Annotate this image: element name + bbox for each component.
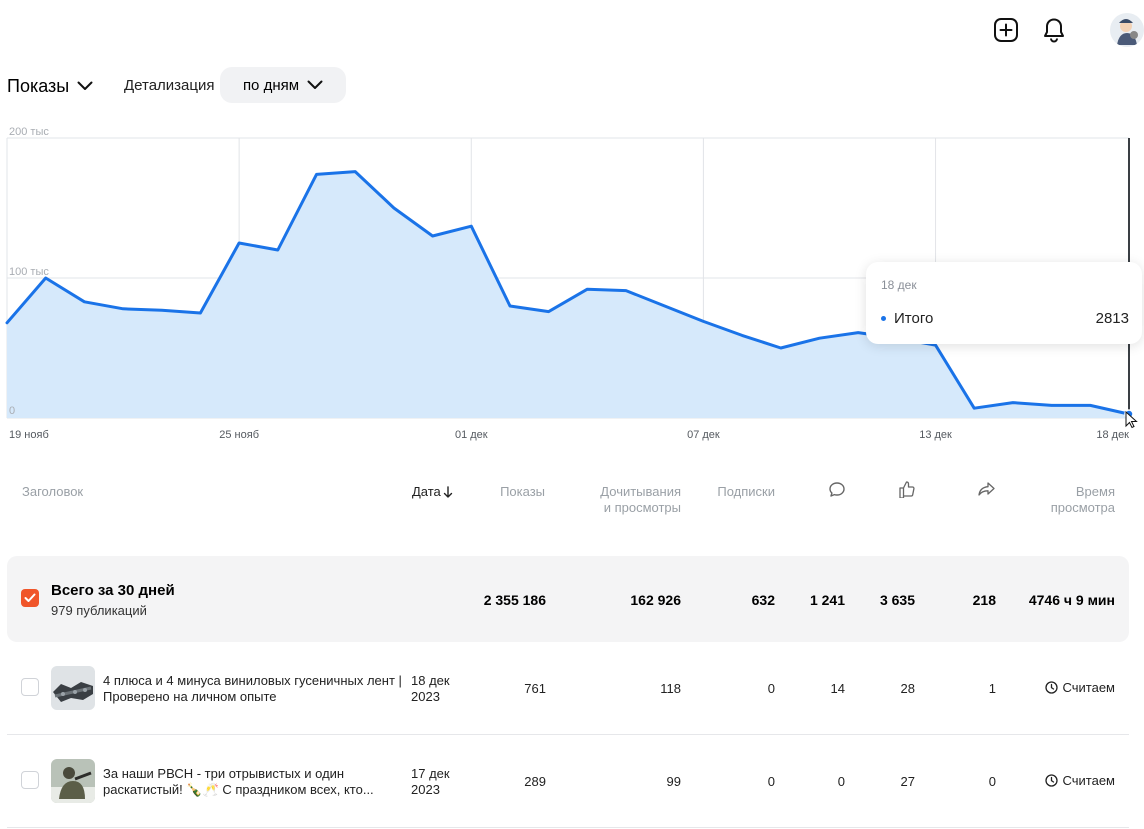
col-reads-label-1: Дочитывания bbox=[600, 484, 681, 499]
tooltip-value: 2813 bbox=[1095, 310, 1129, 327]
row-comments: 0 bbox=[837, 774, 845, 789]
check-icon bbox=[24, 593, 36, 602]
row-likes: 28 bbox=[900, 681, 915, 696]
post-date-day: 17 дек bbox=[411, 766, 450, 781]
clock-icon bbox=[1044, 681, 1058, 694]
summary-checkbox[interactable] bbox=[21, 589, 39, 607]
clock-icon bbox=[1044, 774, 1058, 787]
x-tick-label: 07 дек bbox=[687, 429, 720, 441]
col-reads-label-2: и просмотры bbox=[603, 500, 681, 515]
summary-row: Всего за 30 дней 979 публикаций 2 355 18… bbox=[7, 556, 1129, 642]
col-date-header[interactable]: Дата bbox=[412, 484, 453, 500]
row-time: Считаем bbox=[1044, 680, 1115, 695]
chevron-down-icon bbox=[307, 80, 323, 89]
sort-arrow-down-icon bbox=[443, 486, 452, 498]
x-tick-label: 13 дек bbox=[919, 429, 952, 441]
col-time-header[interactable]: Время просмотра bbox=[1030, 484, 1115, 516]
col-reads-header[interactable]: Дочитывания и просмотры bbox=[570, 484, 681, 516]
row-checkbox[interactable] bbox=[21, 678, 39, 696]
col-impressions-header[interactable]: Показы bbox=[475, 484, 545, 500]
summary-comments: 1 241 bbox=[809, 592, 845, 608]
post-date: 17 дек 2023 bbox=[411, 766, 450, 798]
post-thumbnail[interactable] bbox=[51, 666, 95, 710]
row-impressions: 761 bbox=[524, 681, 546, 696]
metric-select-label: Показы bbox=[7, 75, 70, 96]
x-tick-label: 25 нояб bbox=[219, 429, 259, 441]
x-tick-label: 01 дек bbox=[455, 429, 488, 441]
row-subs: 0 bbox=[767, 681, 775, 696]
summary-subs: 632 bbox=[751, 592, 775, 608]
row-checkbox[interactable] bbox=[21, 771, 39, 789]
plus-square-icon[interactable] bbox=[990, 14, 1022, 46]
metric-select[interactable]: Показы bbox=[7, 72, 93, 100]
post-date: 18 дек 2023 bbox=[411, 673, 450, 705]
x-tick-label: 19 нояб bbox=[9, 429, 49, 441]
col-date-label: Дата bbox=[412, 484, 441, 499]
row-time-label: Считаем bbox=[1062, 680, 1115, 695]
chevron-down-icon bbox=[77, 81, 93, 90]
avatar[interactable] bbox=[1110, 13, 1144, 47]
chart-tooltip: 18 дек Итого 2813 bbox=[866, 262, 1142, 344]
table-row[interactable]: За наши РВСН - три отрывистых и один рас… bbox=[7, 735, 1129, 828]
series-dot-icon bbox=[881, 316, 886, 321]
tooltip-date: 18 дек bbox=[881, 278, 917, 292]
row-shares: 1 bbox=[988, 681, 996, 696]
share-icon[interactable] bbox=[977, 480, 996, 503]
bell-icon[interactable] bbox=[1038, 14, 1070, 46]
post-thumbnail[interactable] bbox=[51, 759, 95, 803]
post-title-line-2: Проверено на личном опыте bbox=[103, 689, 277, 704]
row-reads: 99 bbox=[666, 774, 681, 789]
row-time: Считаем bbox=[1044, 773, 1115, 788]
like-icon[interactable] bbox=[898, 480, 916, 503]
detail-select-value: по дням bbox=[242, 76, 300, 94]
detail-select[interactable]: по дням bbox=[220, 67, 346, 103]
y-tick-label: 200 тыс bbox=[9, 126, 49, 138]
row-subs: 0 bbox=[767, 774, 775, 789]
post-title-line-1: 4 плюса и 4 минуса виниловых гусеничных … bbox=[103, 673, 402, 688]
row-shares: 0 bbox=[988, 774, 996, 789]
y-tick-label: 0 bbox=[9, 405, 15, 417]
summary-subtitle: 979 публикаций bbox=[51, 603, 147, 618]
summary-reads: 162 926 bbox=[630, 592, 681, 608]
comment-icon[interactable] bbox=[828, 481, 846, 504]
col-title-header[interactable]: Заголовок bbox=[22, 484, 83, 500]
row-impressions: 289 bbox=[524, 774, 546, 789]
x-tick-label: 18 дек bbox=[1096, 429, 1129, 441]
col-subs-header[interactable]: Подписки bbox=[700, 484, 775, 500]
summary-time: 4746 ч 9 мин bbox=[1028, 592, 1115, 608]
row-time-label: Считаем bbox=[1062, 773, 1115, 788]
summary-title: Всего за 30 дней bbox=[51, 582, 175, 599]
post-date-year: 2023 bbox=[411, 689, 440, 704]
y-tick-label: 100 тыс bbox=[9, 266, 49, 278]
post-title-line-1: За наши РВСН - три отрывистых и один bbox=[103, 766, 345, 781]
col-time-label-1: Время bbox=[1075, 484, 1115, 499]
post-title-line-2: раскатистый! 🍾🥂 С праздником всех, кто..… bbox=[103, 782, 374, 797]
post-title[interactable]: За наши РВСН - три отрывистых и один рас… bbox=[103, 766, 403, 798]
table-row[interactable]: 4 плюса и 4 минуса виниловых гусеничных … bbox=[7, 642, 1129, 735]
tooltip-label: Итого bbox=[894, 310, 934, 327]
tooltip-row: Итого 2813 bbox=[881, 310, 1129, 327]
summary-likes: 3 635 bbox=[879, 592, 915, 608]
row-reads: 118 bbox=[660, 681, 681, 696]
row-comments: 14 bbox=[830, 681, 845, 696]
post-title[interactable]: 4 плюса и 4 минуса виниловых гусеничных … bbox=[103, 673, 403, 705]
post-date-year: 2023 bbox=[411, 782, 440, 797]
top-bar bbox=[984, 12, 1144, 48]
detail-label: Детализация bbox=[124, 77, 215, 94]
post-date-day: 18 дек bbox=[411, 673, 450, 688]
summary-impressions: 2 355 186 bbox=[483, 592, 546, 608]
row-likes: 27 bbox=[900, 774, 915, 789]
summary-shares: 218 bbox=[972, 592, 996, 608]
col-time-label-2: просмотра bbox=[1050, 500, 1115, 515]
